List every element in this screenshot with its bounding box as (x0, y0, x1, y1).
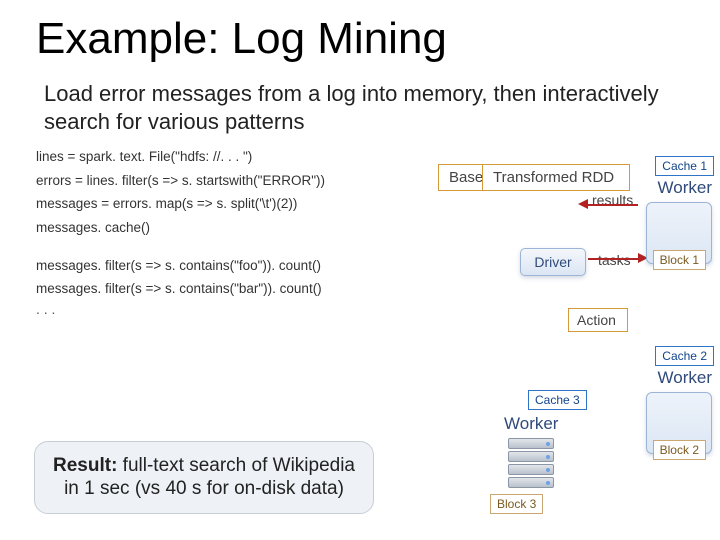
callout-transformed-rdd: Transformed RDD (482, 164, 630, 191)
label-tasks: tasks (598, 252, 631, 268)
worker-2-label: Worker (658, 368, 712, 388)
cache-2-label: Cache 2 (655, 346, 714, 366)
driver-box: Driver (520, 248, 586, 276)
result-box: Result: full-text search of Wikipedia in… (34, 441, 374, 515)
diagram: Base Transformed RDD results tasks Drive… (420, 162, 720, 532)
page-title: Example: Log Mining (0, 0, 720, 64)
worker-3-server-icon (508, 438, 554, 490)
worker-3-label: Worker (504, 414, 558, 434)
result-prefix: Result: (53, 455, 117, 476)
callout-action: Action (568, 308, 628, 332)
callout-base-rdd: Base (438, 164, 486, 191)
block-2-label: Block 2 (653, 440, 706, 460)
worker-1-label: Worker (658, 178, 712, 198)
block-1-label: Block 1 (653, 250, 706, 270)
cache-3-label: Cache 3 (528, 390, 587, 410)
subtitle: Load error messages from a log into memo… (0, 64, 720, 145)
cache-1-label: Cache 1 (655, 156, 714, 176)
block-3-label: Block 3 (490, 494, 543, 514)
